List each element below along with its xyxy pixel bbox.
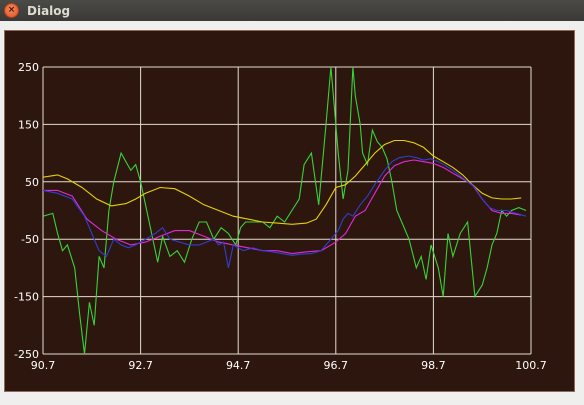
y-tick-label: -150 (14, 291, 39, 304)
x-tick-label: 92.7 (128, 359, 153, 372)
series-line-green (43, 67, 527, 354)
x-tick-label: 98.7 (421, 359, 446, 372)
x-tick-label: 96.7 (324, 359, 349, 372)
y-tick-label: 50 (25, 176, 39, 189)
line-chart: 90.7 92.7 94.7 96.7 98.7 100.725015050-50-150… (14, 61, 547, 372)
series-line-blue (43, 155, 527, 269)
x-tick-label: 100.7 (515, 359, 547, 372)
x-tick-label: 94.7 (226, 359, 251, 372)
y-tick-label: -250 (14, 348, 39, 361)
series-line-yellow (43, 139, 522, 225)
y-tick-label: -50 (21, 233, 39, 246)
y-tick-label: 150 (18, 118, 39, 131)
y-tick-label: 250 (18, 61, 39, 74)
